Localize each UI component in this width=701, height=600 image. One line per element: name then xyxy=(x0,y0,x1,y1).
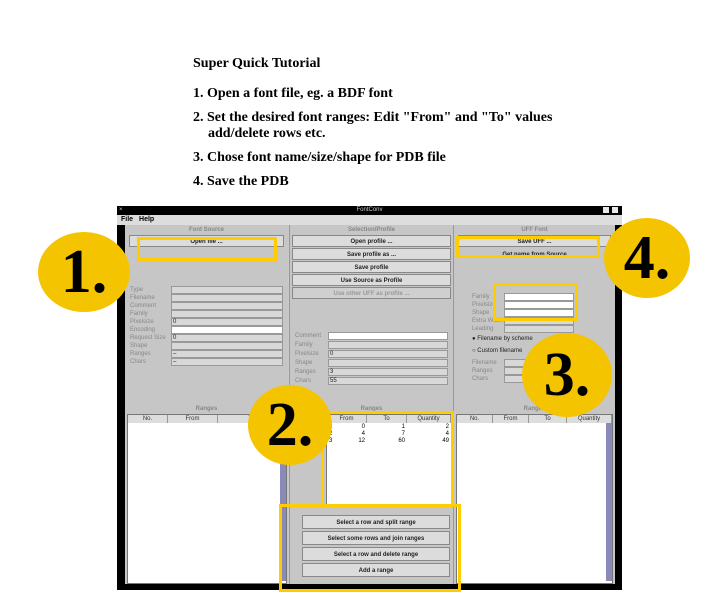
type-field xyxy=(171,286,283,294)
request-size-field[interactable]: 0 xyxy=(171,334,283,342)
scrollbar[interactable] xyxy=(606,423,612,581)
highlight-save-uff xyxy=(456,236,600,258)
column-header[interactable]: From xyxy=(493,415,529,423)
step-badge-1: 1. xyxy=(38,232,130,312)
step-subtext: add/delete rows etc. xyxy=(208,126,326,141)
panel-header: Font Source xyxy=(188,227,224,233)
step-badge-2: 2. xyxy=(248,385,332,465)
field-label: Ranges xyxy=(295,369,316,375)
field-label: Shape xyxy=(295,360,313,366)
comment-field xyxy=(171,302,283,310)
tutorial-step: 3. Chose font name/size/shape for PDB fi… xyxy=(193,150,552,166)
field-label: Family xyxy=(295,342,313,348)
field-label: Pixelsize xyxy=(130,319,154,325)
menu-help[interactable]: Help xyxy=(139,216,154,223)
close-icon[interactable]: × xyxy=(119,206,123,215)
menu-bar: File Help xyxy=(117,215,622,225)
radio-scheme[interactable]: ● Filename by scheme xyxy=(472,336,533,342)
field-label: Request Size xyxy=(130,335,166,341)
field-label: Shape xyxy=(130,343,148,349)
field-label: Filename xyxy=(130,295,155,301)
use-other-uff-button: Use other UFF as profile ... xyxy=(292,287,451,299)
open-profile-button[interactable]: Open profile ... xyxy=(292,235,451,247)
step-badge-4: 4. xyxy=(604,218,690,298)
uff-ranges-table[interactable]: No. From To Quantity xyxy=(456,414,613,584)
column-header[interactable]: No. xyxy=(457,415,493,423)
leading-field[interactable] xyxy=(504,325,574,333)
field-label: Family xyxy=(130,311,148,317)
radio-label: Custom filename xyxy=(477,348,523,354)
pixelsize-field: 0 xyxy=(328,350,448,358)
chars-field: – xyxy=(171,358,283,366)
field-label: Comment xyxy=(130,303,157,309)
minimize-icon[interactable] xyxy=(612,207,618,213)
tutorial-step: 1. Open a font file, eg. a BDF font xyxy=(193,86,552,102)
highlight-ranges-table xyxy=(321,411,454,507)
column-header[interactable]: No. xyxy=(128,415,168,423)
shape-field xyxy=(171,342,283,350)
radio-custom[interactable]: ○ Custom filename xyxy=(472,348,522,354)
highlight-uff-fields xyxy=(493,283,578,321)
tutorial-title: Super Quick Tutorial xyxy=(193,56,321,71)
tutorial: Super Quick Tutorial 1. Open a font file… xyxy=(193,56,552,198)
panel-header: UFF Font xyxy=(521,227,548,233)
field-label: Comment xyxy=(295,333,322,339)
radio-label: Filename by scheme xyxy=(477,336,533,342)
window-title: FontConv xyxy=(356,207,383,213)
family-field xyxy=(171,310,283,318)
highlight-range-actions xyxy=(279,504,461,592)
menu-file[interactable]: File xyxy=(121,216,133,223)
field-label: Filename xyxy=(472,360,497,366)
shape-field xyxy=(328,359,448,367)
maximize-icon[interactable] xyxy=(603,207,609,213)
save-profile-button[interactable]: Save profile xyxy=(292,261,451,273)
column-header[interactable]: From xyxy=(168,415,218,423)
field-label: Pixelsize xyxy=(295,351,319,357)
filename-field xyxy=(171,294,283,302)
field-label: Type xyxy=(130,287,144,293)
field-label: Chars xyxy=(130,359,147,365)
field-label: Family xyxy=(472,294,490,300)
use-source-as-profile-button[interactable]: Use Source as Profile xyxy=(292,274,451,286)
encoding-input[interactable] xyxy=(171,326,283,334)
field-label: Chars xyxy=(472,376,489,382)
highlight-open-file xyxy=(137,237,277,261)
field-label: Ranges xyxy=(472,368,493,374)
field-label: Ranges xyxy=(130,351,151,357)
tutorial-steps: 1. Open a font file, eg. a BDF font 2. S… xyxy=(193,86,552,190)
step-text: 4. Save the PDB xyxy=(193,174,289,189)
ranges-field: 3 xyxy=(328,368,448,376)
title-bar: × FontConv xyxy=(117,206,622,215)
field-label: Shape xyxy=(472,310,490,316)
field-label: Leading xyxy=(472,326,494,332)
step-text: 2. Set the desired font ranges: Edit "Fr… xyxy=(193,110,553,125)
ranges-field: – xyxy=(171,350,283,358)
pixelsize-field: 0 xyxy=(171,318,283,326)
chars-field: 55 xyxy=(328,377,448,385)
step-badge-3: 3. xyxy=(522,333,612,417)
tutorial-step: 2. Set the desired font ranges: Edit "Fr… xyxy=(193,110,552,142)
step-text: 3. Chose font name/size/shape for PDB fi… xyxy=(193,150,446,165)
panel-header: Selection/Profile xyxy=(347,227,395,233)
field-label: Encoding xyxy=(130,327,156,333)
family-field xyxy=(328,341,448,349)
comment-input[interactable] xyxy=(328,332,448,340)
field-label: Chars xyxy=(295,378,312,384)
save-profile-as-button[interactable]: Save profile as ... xyxy=(292,248,451,260)
tutorial-step: 4. Save the PDB xyxy=(193,174,552,190)
step-text: 1. Open a font file, eg. a BDF font xyxy=(193,86,393,101)
